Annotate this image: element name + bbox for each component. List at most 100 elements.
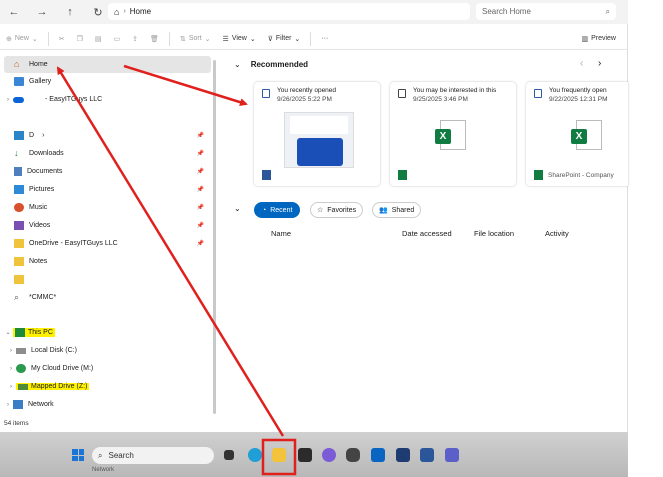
windows-logo-tile [72,455,78,461]
chevron-right-icon: › [7,96,9,103]
delete-button[interactable]: 🗑 [144,28,165,50]
recommended-card[interactable]: You recently opened 9/26/2025 5:22 PM [254,82,380,186]
sidebar-item-documents[interactable]: Documents 📌 [14,163,211,180]
search-input[interactable]: Search Home ⌕ [476,3,616,20]
app-icon[interactable] [346,448,360,462]
sidebar-item-local-disk[interactable]: › Local Disk (C:) [6,342,77,359]
thumbnail-screen [297,138,343,166]
sidebar-item-pictures[interactable]: Pictures 📌 [14,181,211,198]
search-icon: ⌕ [14,292,20,302]
chevron-down-icon: ⌄ [5,330,11,336]
more-label: ··· [321,35,329,42]
sidebar-item-onedrive[interactable]: › - EasyITGuys LLC [3,91,102,108]
sidebar-item-mapped-drive[interactable]: › Mapped Drive (Z:) [6,378,90,395]
preview-button[interactable]: ▥ Preview [575,28,622,50]
view-button[interactable]: ☰ View ⌄ [217,28,262,50]
excel-thumbnail: X [571,120,602,150]
pictures-icon [14,185,24,194]
tab-favorites[interactable]: ☆ Favorites [310,202,364,218]
divider [310,31,312,46]
sidebar-item-videos[interactable]: Videos 📌 [14,217,211,234]
edge-icon[interactable] [248,448,262,462]
share-button[interactable]: ⇪ [126,28,144,50]
file-explorer-icon[interactable] [272,448,286,462]
up-icon[interactable]: ↑ [60,2,80,22]
recommended-header[interactable]: ⌄ Recommended [234,60,308,69]
app-stack-icon[interactable] [396,448,410,462]
copilot-icon[interactable] [322,448,336,462]
sidebar-item-this-pc[interactable]: ⌄ This PC [3,324,55,341]
sidebar-item-desktop[interactable]: D › 📌 [14,127,211,144]
tab-recent[interactable]: ◔ Recent [254,202,301,218]
column-name[interactable]: Name [271,229,291,238]
network-ghost-label: Network [92,467,115,473]
word-icon[interactable] [420,448,434,462]
home-icon: ⌂ [14,59,20,69]
sidebar-item-onedrive-folder[interactable]: OneDrive - EasyITGuys LLC 📌 [14,235,211,252]
plus-icon: ⊕ [6,35,12,43]
prev-arrow-icon[interactable]: ‹ [580,58,583,69]
chevron-down-icon: ⌄ [249,35,256,43]
share-icon: ⇪ [132,35,139,43]
recommended-title: Recommended [250,60,309,69]
rename-button[interactable]: ▭ [108,28,127,50]
forward-icon[interactable]: → [32,2,52,22]
excel-thumbnail: X [435,120,466,150]
people-icon: 👥 [379,207,388,214]
column-activity[interactable]: Activity [545,229,569,238]
column-date-accessed[interactable]: Date accessed [402,229,452,238]
refresh-icon[interactable]: ↻ [88,2,108,22]
sidebar-item-label: Notes [29,258,48,265]
chevron-right-icon: › [123,8,126,15]
filter-label: Filter [275,35,292,42]
tab-shared[interactable]: 👥 Shared [372,202,422,218]
cut-button[interactable]: ✂ [53,28,71,50]
sidebar-item-cloud-drive[interactable]: › My Cloud Drive (M:) [6,360,93,377]
address-home-label: Home [129,7,152,16]
sort-button[interactable]: ⇅ Sort ⌄ [174,28,217,50]
sidebar-item-home[interactable]: ⌂ Home [4,56,211,73]
sidebar-scrollbar[interactable] [213,60,216,414]
teams-icon[interactable] [445,448,459,462]
column-file-location[interactable]: File location [474,229,514,238]
pin-icon: 📌 [196,151,204,157]
more-options-button[interactable]: ··· [315,28,334,50]
gallery-icon [14,77,24,86]
pin-icon: 📌 [196,133,204,139]
recommended-card[interactable]: You frequently open 9/22/2025 12:31 PM X… [526,82,628,186]
sidebar-item-cmmc[interactable]: ⌕ *CMMC* [14,289,56,306]
folder-icon [14,239,24,248]
store-icon[interactable] [298,448,312,462]
copy-button[interactable]: ❐ [71,28,89,50]
excel-file-icon [534,170,543,180]
sidebar-item-notes[interactable]: Notes [14,253,47,270]
paste-button[interactable]: ▤ [89,28,108,50]
next-arrow-icon[interactable]: › [598,58,601,69]
task-view-icon[interactable] [224,450,234,460]
sidebar-item-network[interactable]: › Network [3,396,54,413]
start-button[interactable] [72,449,84,461]
divider [168,31,170,46]
sidebar-item-folder[interactable] [14,271,29,288]
sidebar-item-music[interactable]: Music 📌 [14,199,211,216]
computer-icon [15,328,25,337]
thumbnail-text-block [290,116,348,134]
outlook-icon[interactable] [371,448,385,462]
tab-label: Shared [391,206,415,214]
taskbar-search[interactable]: ⌕ Search [92,447,214,464]
sidebar-item-gallery[interactable]: Gallery [14,73,51,90]
documents-icon [14,167,22,176]
sidebar-item-label: Network [28,401,54,408]
new-button[interactable]: ⊕ New ⌄ [0,28,44,50]
divider [47,31,49,46]
view-label: View [231,35,247,42]
sidebar-item-label: Gallery [29,78,52,85]
address-bar[interactable]: ⌂ › Home [108,3,470,20]
network-drive-icon [18,383,28,390]
sidebar-item-downloads[interactable]: ↓ Downloads 📌 [14,145,211,162]
tab-label: Recent [270,206,293,214]
chevron-down-icon[interactable]: ⌄ [234,204,241,213]
back-icon[interactable]: ← [4,2,24,22]
filter-button[interactable]: ⊽ Filter ⌄ [262,28,307,50]
recommended-card[interactable]: You may be interested in this 9/25/2025 … [390,82,516,186]
